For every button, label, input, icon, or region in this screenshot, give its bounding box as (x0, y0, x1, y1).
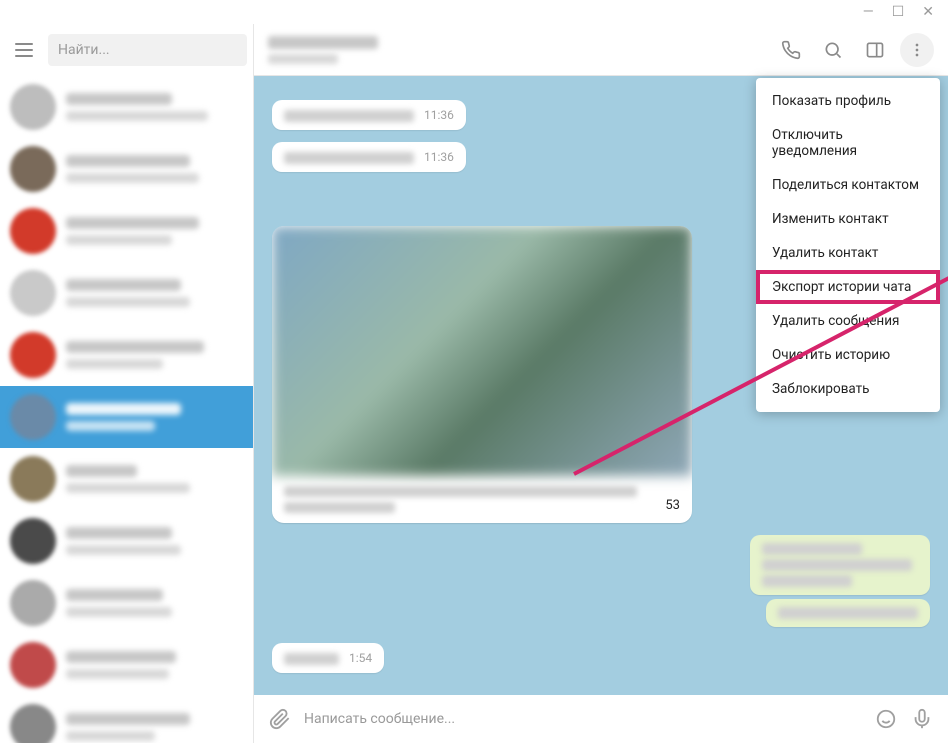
message-in[interactable]: 11:36 (272, 142, 466, 172)
chat-item[interactable] (0, 200, 253, 262)
menu-share-contact[interactable]: Поделиться контактом (756, 168, 940, 202)
message-out[interactable] (750, 535, 930, 595)
message-out[interactable] (766, 599, 930, 627)
message-time: 53 (665, 498, 680, 513)
chat-item[interactable] (0, 324, 253, 386)
chat-item[interactable] (0, 510, 253, 572)
menu-button[interactable] (6, 32, 42, 68)
menu-mute[interactable]: Отключить уведомления (756, 118, 940, 168)
chat-list (0, 76, 253, 743)
minimize-button[interactable]: — (863, 4, 874, 20)
menu-edit-contact[interactable]: Изменить контакт (756, 202, 940, 236)
sidepanel-icon[interactable] (858, 33, 892, 67)
call-icon[interactable] (774, 33, 808, 67)
voice-icon[interactable] (910, 707, 934, 731)
chat-status (268, 54, 338, 64)
close-button[interactable]: ✕ (922, 4, 934, 20)
menu-show-profile[interactable]: Показать профиль (756, 84, 940, 118)
chat-item[interactable] (0, 448, 253, 510)
attach-icon[interactable] (268, 707, 292, 731)
menu-export-chat[interactable]: Экспорт истории чата (756, 270, 940, 304)
menu-block[interactable]: Заблокировать (756, 372, 940, 406)
message-in[interactable]: 1:54 (272, 643, 384, 673)
message-input[interactable]: Написать сообщение... (304, 711, 862, 727)
media-image[interactable] (272, 226, 692, 476)
chat-title (268, 36, 378, 49)
chat-header (254, 24, 948, 76)
search-input[interactable]: Найти... (48, 34, 247, 66)
search-icon[interactable] (816, 33, 850, 67)
message-time: 11:36 (424, 150, 454, 164)
chat-item[interactable] (0, 138, 253, 200)
menu-delete-messages[interactable]: Удалить сообщения (756, 304, 940, 338)
composer: Написать сообщение... (254, 695, 948, 743)
emoji-icon[interactable] (874, 707, 898, 731)
chat-item[interactable] (0, 634, 253, 696)
chat-item[interactable] (0, 572, 253, 634)
sidebar: Найти... (0, 24, 254, 743)
menu-clear-history[interactable]: Очистить историю (756, 338, 940, 372)
chat-item[interactable] (0, 696, 253, 743)
menu-delete-contact[interactable]: Удалить контакт (756, 236, 940, 270)
message-in[interactable]: 11:36 (272, 100, 466, 130)
maximize-button[interactable]: ☐ (892, 4, 905, 20)
main-panel: 11:36 11:36 53 1:54 (254, 24, 948, 743)
chat-item[interactable] (0, 76, 253, 138)
window-controls: — ☐ ✕ (0, 0, 948, 24)
message-time: 1:54 (349, 651, 372, 665)
more-icon[interactable] (900, 33, 934, 67)
chat-item-selected[interactable] (0, 386, 253, 448)
chat-item[interactable] (0, 262, 253, 324)
context-menu: Показать профиль Отключить уведомления П… (756, 78, 940, 412)
message-media[interactable]: 53 (272, 226, 692, 523)
message-time: 11:36 (424, 108, 454, 122)
